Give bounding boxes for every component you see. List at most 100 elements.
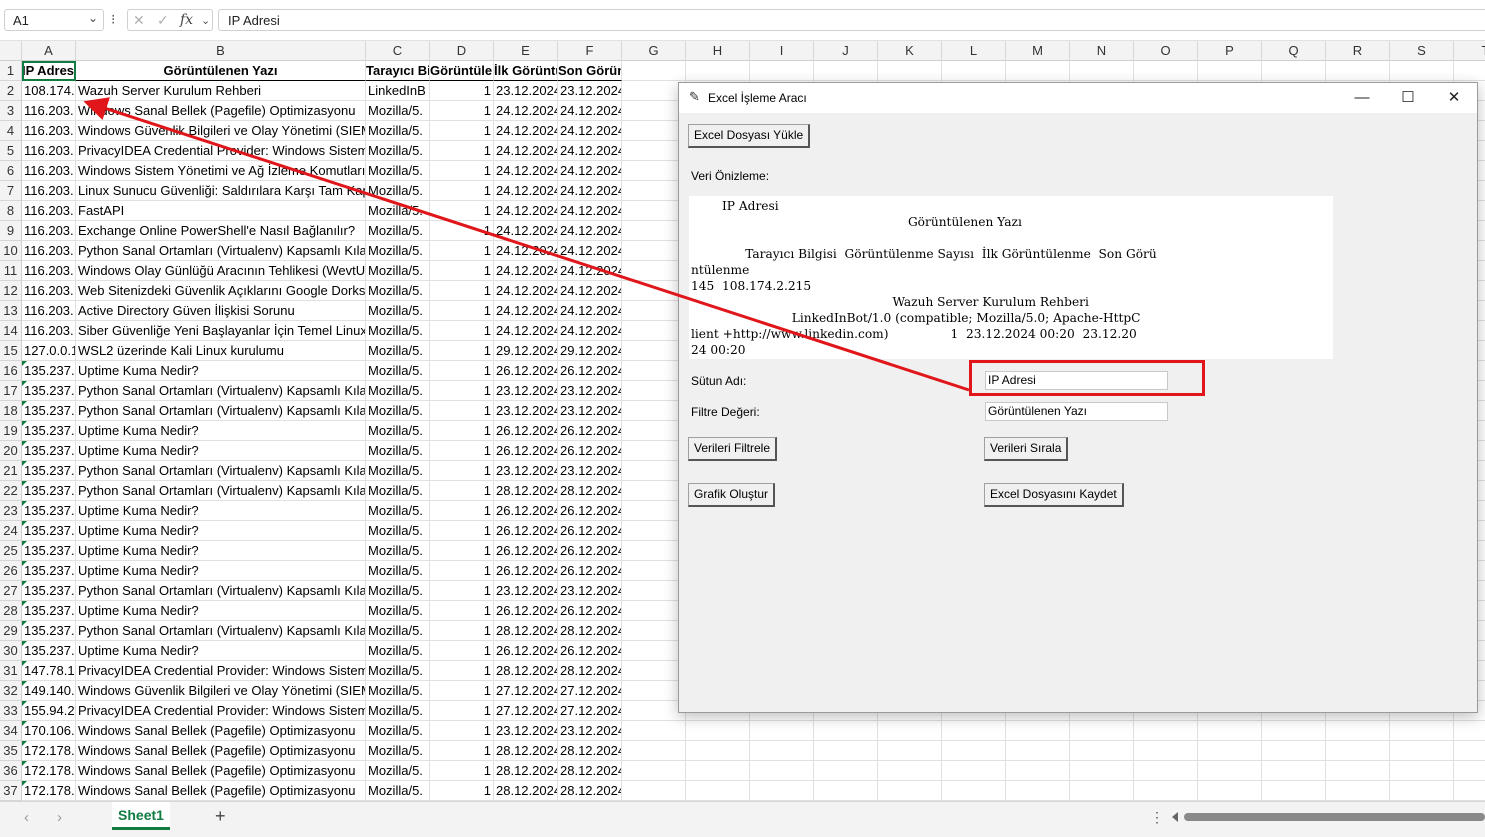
table-cell[interactable]: 1: [430, 301, 494, 321]
title-bar[interactable]: ✎ Excel İşleme Aracı — ☐ ✕: [679, 83, 1477, 113]
scroll-left-icon[interactable]: [1172, 812, 1178, 822]
row-header[interactable]: 30: [0, 641, 22, 661]
empty-cell[interactable]: [1454, 721, 1485, 741]
row-header[interactable]: 19: [0, 421, 22, 441]
sort-data-button[interactable]: Verileri Sırala: [984, 437, 1069, 461]
table-cell[interactable]: Mozilla/5.: [366, 381, 430, 401]
table-cell[interactable]: 28.12.2024: [494, 741, 558, 761]
row-header[interactable]: 32: [0, 681, 22, 701]
empty-cell[interactable]: [1134, 781, 1198, 801]
table-cell[interactable]: 116.203.: [22, 121, 76, 141]
table-cell[interactable]: Windows Olay Günlüğü Aracının Tehlikesi …: [76, 261, 366, 281]
empty-cell[interactable]: [878, 761, 942, 781]
table-cell[interactable]: 24.12.2024 04:47: [558, 261, 622, 281]
table-cell[interactable]: Mozilla/5.: [366, 781, 430, 801]
table-cell[interactable]: 1: [430, 121, 494, 141]
chevron-down-icon[interactable]: ⌄: [201, 14, 210, 27]
table-cell[interactable]: 26.12.2024: [494, 641, 558, 661]
empty-cell[interactable]: [686, 741, 750, 761]
table-cell[interactable]: 23.12.2024: [494, 381, 558, 401]
row-header[interactable]: 33: [0, 701, 22, 721]
select-all-corner[interactable]: [0, 41, 22, 61]
column-header-f[interactable]: F: [558, 41, 622, 61]
table-cell[interactable]: 24.12.2024 04:47: [558, 121, 622, 141]
table-cell[interactable]: 108.174.: [22, 81, 76, 101]
table-cell[interactable]: 24.12.2024: [494, 261, 558, 281]
column-header-s[interactable]: S: [1390, 41, 1454, 61]
data-preview[interactable]: IP Adresi Görüntülenen Yazı Tarayıcı Bil…: [689, 196, 1333, 359]
column-header-d[interactable]: D: [430, 41, 494, 61]
row-header[interactable]: 29: [0, 621, 22, 641]
table-cell[interactable]: Mozilla/5.: [366, 541, 430, 561]
empty-cell[interactable]: [1134, 761, 1198, 781]
table-cell[interactable]: Wazuh Server Kurulum Rehberi: [76, 81, 366, 101]
empty-cell[interactable]: [814, 761, 878, 781]
empty-cell[interactable]: [1326, 781, 1390, 801]
table-cell[interactable]: 116.203.: [22, 201, 76, 221]
more-options-icon[interactable]: ⁝: [111, 11, 115, 28]
empty-cell[interactable]: [1326, 741, 1390, 761]
table-cell[interactable]: 135.237.: [22, 561, 76, 581]
empty-cell[interactable]: [1326, 721, 1390, 741]
table-cell[interactable]: Mozilla/5.: [366, 121, 430, 141]
empty-cell[interactable]: [1198, 61, 1262, 81]
empty-cell[interactable]: [622, 581, 686, 601]
table-cell[interactable]: 29.12.2024: [494, 341, 558, 361]
empty-cell[interactable]: [686, 721, 750, 741]
row-header[interactable]: 27: [0, 581, 22, 601]
table-cell[interactable]: Windows Sanal Bellek (Pagefile) Optimiza…: [76, 101, 366, 121]
table-cell[interactable]: 135.237.: [22, 421, 76, 441]
empty-cell[interactable]: [1390, 781, 1454, 801]
table-cell[interactable]: 1: [430, 661, 494, 681]
table-cell[interactable]: 1: [430, 421, 494, 441]
table-cell[interactable]: FastAPI: [76, 201, 366, 221]
table-cell[interactable]: Uptime Kuma Nedir?: [76, 521, 366, 541]
empty-cell[interactable]: [686, 761, 750, 781]
table-cell[interactable]: 1: [430, 521, 494, 541]
column-header-l[interactable]: L: [942, 41, 1006, 61]
row-header[interactable]: 20: [0, 441, 22, 461]
table-cell[interactable]: 135.237.: [22, 501, 76, 521]
table-cell[interactable]: 135.237.: [22, 581, 76, 601]
table-cell[interactable]: 23.12.2024 21:45: [558, 401, 622, 421]
table-cell[interactable]: 149.140.: [22, 681, 76, 701]
table-cell[interactable]: Mozilla/5.: [366, 561, 430, 581]
table-cell[interactable]: 1: [430, 681, 494, 701]
table-cell[interactable]: 28.12.2024 15:26: [558, 481, 622, 501]
row-header[interactable]: 28: [0, 601, 22, 621]
empty-cell[interactable]: [1006, 61, 1070, 81]
table-cell[interactable]: Python Sanal Ortamları (Virtualenv) Kaps…: [76, 481, 366, 501]
table-cell[interactable]: Windows Güvenlik Bilgileri ve Olay Yönet…: [76, 681, 366, 701]
table-cell[interactable]: Mozilla/5.: [366, 661, 430, 681]
table-cell[interactable]: Mozilla/5.: [366, 201, 430, 221]
header-cell[interactable]: Son Görüntülenme: [558, 61, 622, 81]
table-cell[interactable]: 26.12.2024: [494, 521, 558, 541]
table-cell[interactable]: 26.12.2024 14:37: [558, 541, 622, 561]
close-button[interactable]: ✕: [1431, 83, 1477, 113]
table-cell[interactable]: PrivacyIDEA Credential Provider: Windows…: [76, 701, 366, 721]
empty-cell[interactable]: [1070, 741, 1134, 761]
table-cell[interactable]: 116.203.: [22, 281, 76, 301]
empty-cell[interactable]: [622, 301, 686, 321]
row-header[interactable]: 34: [0, 721, 22, 741]
empty-cell[interactable]: [622, 661, 686, 681]
table-cell[interactable]: Mozilla/5.: [366, 101, 430, 121]
table-cell[interactable]: Python Sanal Ortamları (Virtualenv) Kaps…: [76, 381, 366, 401]
empty-cell[interactable]: [750, 781, 814, 801]
table-cell[interactable]: Exchange Online PowerShell'e Nasıl Bağla…: [76, 221, 366, 241]
table-cell[interactable]: 1: [430, 601, 494, 621]
table-cell[interactable]: Windows Sanal Bellek (Pagefile) Optimiza…: [76, 741, 366, 761]
table-cell[interactable]: Mozilla/5.: [366, 741, 430, 761]
table-cell[interactable]: 172.178.: [22, 781, 76, 801]
table-cell[interactable]: 24.12.2024: [494, 181, 558, 201]
header-cell[interactable]: İlk Görüntülenme: [494, 61, 558, 81]
row-header[interactable]: 26: [0, 561, 22, 581]
empty-cell[interactable]: [622, 761, 686, 781]
add-sheet-button[interactable]: +: [215, 806, 226, 827]
empty-cell[interactable]: [622, 641, 686, 661]
table-cell[interactable]: 28.12.2024: [494, 481, 558, 501]
header-cell[interactable]: IP Adresi: [22, 61, 76, 81]
empty-cell[interactable]: [1454, 781, 1485, 801]
row-header[interactable]: 3: [0, 101, 22, 121]
empty-cell[interactable]: [622, 321, 686, 341]
